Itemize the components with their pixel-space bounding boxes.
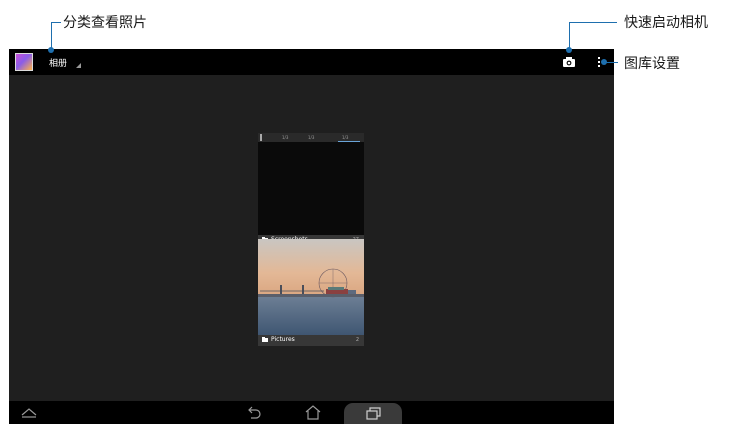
callout-quick-camera: 快速启动相机: [624, 15, 708, 31]
callout-leader-line: [51, 22, 52, 50]
system-navigation-bar: [9, 401, 614, 424]
album-count: 2: [355, 337, 359, 343]
home-icon[interactable]: [303, 403, 323, 422]
thumbnail-tab: 1/3: [342, 135, 349, 140]
callout-dot: [601, 59, 607, 65]
tablet-screen: 相册 1/3 1/3 1/3 Screenshots 27: [9, 49, 614, 424]
album-cover-photo: [258, 239, 364, 335]
callout-leader-line: [51, 22, 61, 23]
album-pictures[interactable]: Pictures 2: [258, 239, 364, 346]
callout-leader-line: [569, 22, 570, 50]
gallery-action-bar: 相册: [9, 49, 614, 75]
camera-icon[interactable]: [561, 54, 577, 70]
hide-bar-icon[interactable]: [19, 403, 39, 422]
thumbnail-tab-indicator: [338, 141, 360, 142]
album-view-selector[interactable]: 相册: [49, 56, 67, 69]
recent-apps-icon: [366, 407, 381, 420]
thumbnail-tab: 1/3: [282, 135, 289, 140]
callout-leader-line: [569, 22, 617, 23]
recent-apps-button[interactable]: [344, 403, 402, 424]
callout-dot: [48, 47, 54, 53]
screenshot-thumbnail-bar: 1/3 1/3 1/3: [258, 133, 364, 142]
callout-gallery-settings: 图库设置: [624, 56, 680, 72]
album-screenshots[interactable]: 1/3 1/3 1/3 Screenshots 27: [258, 133, 364, 246]
thumbnail-marker: [260, 134, 262, 141]
thumbnail-tab: 1/3: [308, 135, 315, 140]
back-icon[interactable]: [244, 403, 264, 422]
album-name: Pictures: [271, 336, 295, 343]
gallery-app-icon[interactable]: [15, 53, 33, 71]
folder-icon: [262, 337, 268, 342]
album-caption: Pictures 2: [258, 335, 364, 346]
callout-sort-photos: 分类查看照片: [63, 15, 147, 31]
callout-dot: [566, 47, 572, 53]
dropdown-indicator-icon: [76, 63, 81, 68]
